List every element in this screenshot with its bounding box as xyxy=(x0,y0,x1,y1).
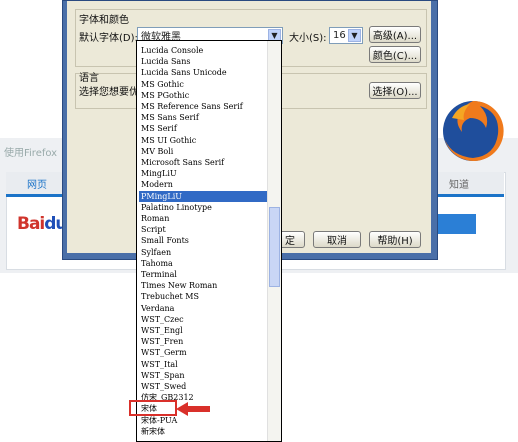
font-list-item[interactable]: MS Reference Sans Serif xyxy=(139,101,269,112)
font-list-item[interactable]: MS Gothic xyxy=(139,79,269,90)
cancel-button[interactable]: 取消 xyxy=(313,231,361,248)
font-list-item[interactable]: Small Fonts xyxy=(139,235,269,246)
font-list-item[interactable]: Verdana xyxy=(139,303,269,314)
scrollbar[interactable] xyxy=(267,41,281,441)
colors-button[interactable]: 颜色(C)... xyxy=(369,46,421,63)
baidu-logo-red: Bai xyxy=(17,214,45,234)
font-list-item[interactable]: WST_Germ xyxy=(139,347,269,358)
advanced-button[interactable]: 高级(A)... xyxy=(369,26,421,43)
font-size-select[interactable]: 16 ▼ xyxy=(329,27,363,44)
font-list-item[interactable]: Script xyxy=(139,224,269,235)
font-list-item[interactable]: 新宋体 xyxy=(139,426,269,437)
baidu-logo: Baidu xyxy=(17,214,68,234)
font-list-item[interactable]: MV Boli xyxy=(139,146,269,157)
font-dropdown-list[interactable]: Lucida Console Lucida Sans Lucida Sans Uni… xyxy=(136,40,282,442)
firefox-hint-text: 使用Firefox xyxy=(4,148,58,159)
size-label: 大小(S): xyxy=(289,33,327,44)
chevron-down-icon[interactable]: ▼ xyxy=(348,29,361,42)
font-list-item[interactable]: Lucida Console xyxy=(139,45,269,56)
font-list-item[interactable]: WST_Swed xyxy=(139,381,269,392)
font-list-item[interactable]: WST_Czec xyxy=(139,314,269,325)
font-list-item[interactable]: Roman xyxy=(139,213,269,224)
font-list-item[interactable]: MS PGothic xyxy=(139,90,269,101)
choose-language-button[interactable]: 选择(O)... xyxy=(369,82,421,99)
red-arrow-icon xyxy=(176,402,210,416)
font-list-item[interactable]: Lucida Sans Unicode xyxy=(139,67,269,78)
font-list-item[interactable]: MS Sans Serif xyxy=(139,112,269,123)
fonts-colors-title: 字体和颜色 xyxy=(79,15,129,26)
scrollbar-thumb[interactable] xyxy=(269,207,280,287)
highlight-box xyxy=(129,400,177,416)
tab-web[interactable]: 网页 xyxy=(14,176,60,191)
font-list-item[interactable]: WST_Engl xyxy=(139,325,269,336)
help-button[interactable]: 帮助(H) xyxy=(369,231,421,248)
font-list-item[interactable]: MS UI Gothic xyxy=(139,135,269,146)
font-list-item[interactable]: Times New Roman xyxy=(139,280,269,291)
font-list-item[interactable]: MingLiU xyxy=(139,168,269,179)
font-list-item[interactable]: Terminal xyxy=(139,269,269,280)
font-list-item[interactable]: Microsoft Sans Serif xyxy=(139,157,269,168)
language-title: 语言 xyxy=(79,73,99,84)
font-list-item[interactable]: Tahoma xyxy=(139,258,269,269)
default-font-label: 默认字体(D): xyxy=(79,33,138,44)
font-list-item[interactable]: Sylfaen xyxy=(139,247,269,258)
font-size-value: 16 xyxy=(333,30,346,41)
font-list-item[interactable]: Palatino Linotype xyxy=(139,202,269,213)
firefox-logo-icon xyxy=(443,100,504,161)
tab-zhidao[interactable]: 知道 xyxy=(436,176,482,191)
font-list-item[interactable]: MS Serif xyxy=(139,123,269,134)
font-list-item[interactable]: Trebuchet MS xyxy=(139,291,269,302)
font-list-item[interactable]: 宋体-PUA xyxy=(139,415,269,426)
font-list-item[interactable]: WST_Fren xyxy=(139,336,269,347)
font-list-item[interactable]: Lucida Sans xyxy=(139,56,269,67)
font-list-item[interactable]: Modern xyxy=(139,179,269,190)
font-list-item[interactable]: PMingLiU xyxy=(139,190,269,202)
font-list-item[interactable]: WST_Span xyxy=(139,370,269,381)
font-list-item[interactable]: WST_Ital xyxy=(139,359,269,370)
